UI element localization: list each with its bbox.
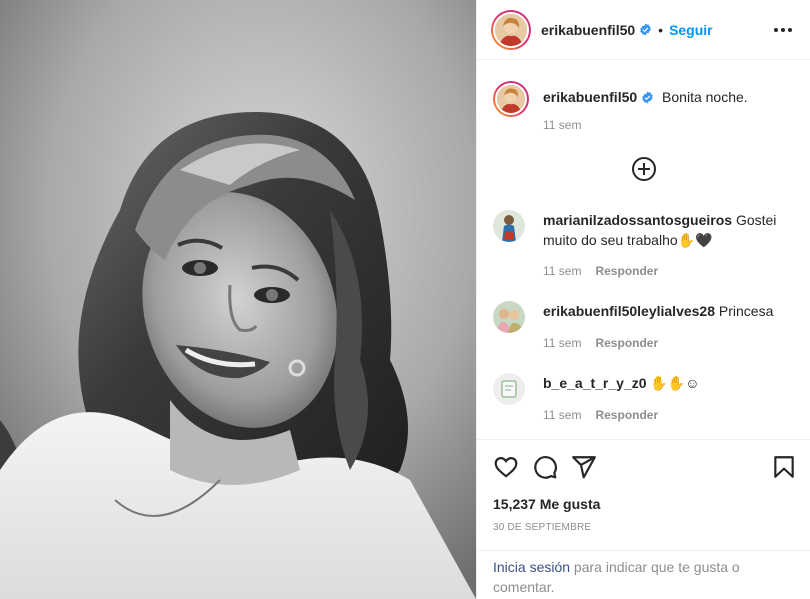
caption-avatar[interactable] xyxy=(493,81,529,117)
bookmark-icon[interactable] xyxy=(771,454,797,480)
caption-username[interactable]: erikabuenfil50 xyxy=(543,89,637,105)
reply-button[interactable]: Responder xyxy=(595,264,658,278)
comment-item: marianilzadossantosgueiros Gostei muito … xyxy=(493,210,799,250)
comment-meta: 11 sem Responder xyxy=(543,264,658,278)
comment-icon[interactable] xyxy=(532,454,558,480)
reply-button[interactable]: Responder xyxy=(595,408,658,422)
action-icons-row xyxy=(493,454,797,480)
follow-button[interactable]: Seguir xyxy=(669,22,713,38)
verified-badge-icon xyxy=(642,91,653,104)
heart-icon[interactable] xyxy=(493,454,519,480)
author-avatar-image xyxy=(495,13,527,46)
commenter-avatar[interactable] xyxy=(493,301,525,333)
comment-time[interactable]: 11 sem xyxy=(543,264,581,278)
post-actions: 15,237 Me gusta 30 DE SEPTIEMBRE Inicia … xyxy=(477,439,810,599)
comment-text-block: marianilzadossantosgueiros Gostei muito … xyxy=(543,210,779,250)
author-username[interactable]: erikabuenfil50 xyxy=(541,22,635,38)
comment-time[interactable]: 11 sem xyxy=(543,408,581,422)
caption-time[interactable]: 11 sem xyxy=(543,118,581,132)
comment-text: Princesa xyxy=(715,303,774,319)
comment-text-block: erikabuenfil50leylialves28 Princesa xyxy=(543,301,779,333)
likes-count[interactable]: 15,237 Me gusta xyxy=(493,496,600,512)
comment-meta: 11 sem Responder xyxy=(543,336,658,350)
caption-avatar-image xyxy=(497,85,525,113)
comment-item: erikabuenfil50leylialves28 Princesa xyxy=(493,301,799,333)
comments-section: erikabuenfil50 Bonita noche. 11 sem mari… xyxy=(477,61,810,439)
comment-text: ✋✋☺ xyxy=(646,375,700,391)
instagram-post-view: erikabuenfil50 • Seguir erikabuenfil50 B… xyxy=(0,0,810,599)
comment-username[interactable]: b_e_a_t_r_y_z0 xyxy=(543,375,647,391)
comment-text-block: b_e_a_t_r_y_z0 ✋✋☺ xyxy=(543,373,779,405)
comment-meta: 11 sem Responder xyxy=(543,408,658,422)
post-date[interactable]: 30 DE SEPTIEMBRE xyxy=(493,522,591,533)
commenter-avatar-image xyxy=(493,301,525,333)
portrait-image xyxy=(0,0,476,599)
post-side-panel: erikabuenfil50 • Seguir erikabuenfil50 B… xyxy=(476,0,810,599)
commenter-avatar-image xyxy=(493,373,525,405)
author-avatar[interactable] xyxy=(491,9,531,50)
caption-row: erikabuenfil50 Bonita noche. xyxy=(493,81,799,117)
commenter-avatar[interactable] xyxy=(493,373,525,405)
caption-meta: 11 sem xyxy=(543,118,581,132)
more-options-icon[interactable] xyxy=(770,22,796,38)
plus-circle-icon[interactable] xyxy=(631,156,657,182)
login-prompt: Inicia sesión para indicar que te gusta … xyxy=(477,550,810,597)
comment-username[interactable]: erikabuenfil50leylialves28 xyxy=(543,303,715,319)
comment-time[interactable]: 11 sem xyxy=(543,336,581,350)
comment-item: b_e_a_t_r_y_z0 ✋✋☺ xyxy=(493,373,799,405)
reply-button[interactable]: Responder xyxy=(595,336,658,350)
comment-username[interactable]: marianilzadossantosgueiros xyxy=(543,212,732,228)
login-link[interactable]: Inicia sesión xyxy=(493,559,570,575)
verified-badge-icon xyxy=(640,23,651,36)
commenter-avatar[interactable] xyxy=(493,210,525,242)
post-photo[interactable] xyxy=(0,0,476,599)
post-header: erikabuenfil50 • Seguir xyxy=(477,0,810,60)
send-icon[interactable] xyxy=(571,454,597,480)
commenter-avatar-image xyxy=(493,210,525,242)
caption-text: Bonita noche. xyxy=(662,89,748,105)
header-separator: • xyxy=(658,21,664,38)
caption-text-block: erikabuenfil50 Bonita noche. xyxy=(543,81,748,117)
